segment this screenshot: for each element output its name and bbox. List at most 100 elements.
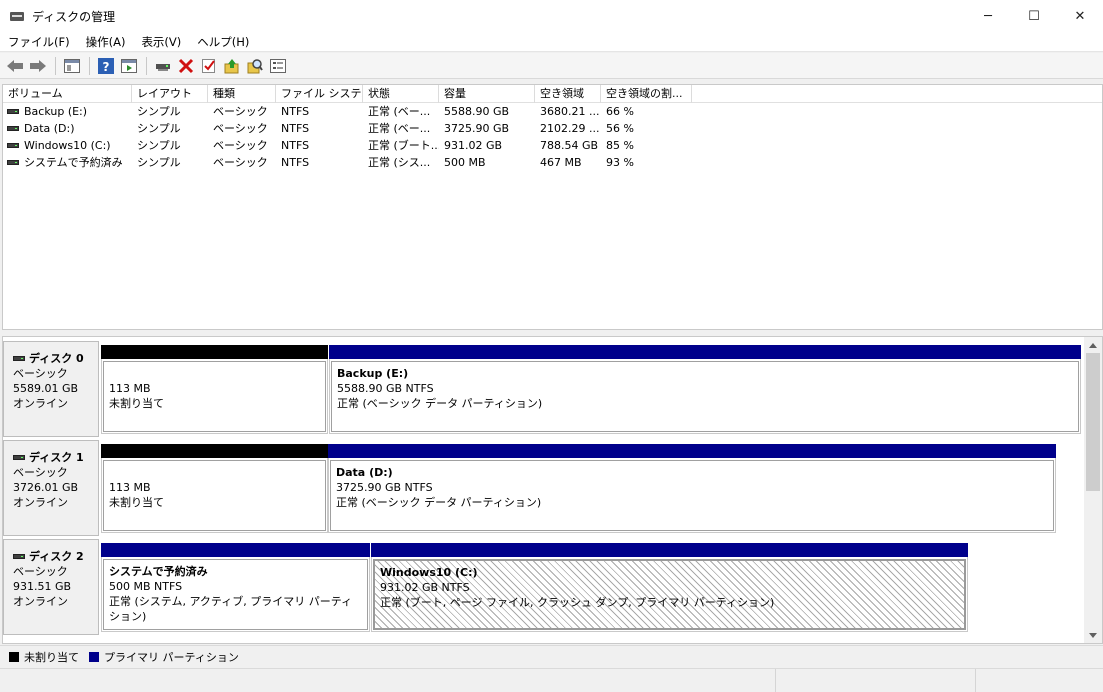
partition-data[interactable]: Data (D:) 3725.90 GB NTFS 正常 (ベーシック データ … — [328, 444, 1056, 533]
column-header-status[interactable]: 状態 — [363, 85, 439, 103]
disk-label-2[interactable]: ディスク 2 ベーシック 931.51 GB オンライン — [3, 539, 99, 635]
partition-name: Backup (E:) — [337, 367, 409, 380]
table-row[interactable]: システムで予約済み シンプル ベーシック NTFS 正常 (シス... 500 … — [3, 154, 1102, 171]
column-header-type[interactable]: 種類 — [208, 85, 276, 103]
partition-backup[interactable]: Backup (E:) 5588.90 GB NTFS 正常 (ベーシック デー… — [329, 345, 1081, 434]
pane-splitter[interactable] — [0, 331, 1103, 335]
table-row[interactable]: Windows10 (C:) シンプル ベーシック NTFS 正常 (ブート..… — [3, 137, 1102, 154]
menu-action[interactable]: 操作(A) — [78, 34, 134, 50]
show-hide-icon[interactable] — [118, 55, 140, 77]
partition-name: システムで予約済み — [109, 565, 208, 578]
disk-row-2: ディスク 2 ベーシック 931.51 GB オンライン システムで予約済み 5… — [3, 539, 1083, 635]
table-cell: 5588.90 GB — [444, 105, 510, 118]
menu-view[interactable]: 表示(V) — [133, 34, 189, 50]
volume-name: システムで予約済み — [24, 156, 123, 169]
partition-desc: 正常 (ベーシック データ パーティション) — [337, 397, 543, 410]
status-segment — [976, 669, 1103, 692]
window-controls: ─ ☐ ✕ — [965, 0, 1103, 32]
table-cell: 正常 (シス... — [368, 156, 431, 169]
table-cell: シンプル — [137, 156, 181, 169]
table-cell: 500 MB — [444, 156, 486, 169]
partition-size: 5588.90 GB NTFS — [337, 382, 434, 395]
disk-name: ディスク 1 — [29, 451, 84, 464]
partition-size: 113 MB — [109, 481, 151, 494]
table-cell: 931.02 GB — [444, 139, 503, 152]
disk-management-icon — [10, 10, 24, 22]
drive-icon — [7, 160, 19, 165]
table-cell: 467 MB — [540, 156, 582, 169]
minimize-button[interactable]: ─ — [965, 0, 1011, 32]
close-button[interactable]: ✕ — [1057, 0, 1103, 32]
connect-icon[interactable] — [152, 55, 174, 77]
partition-size: 500 MB NTFS — [109, 580, 183, 593]
console-tree-icon[interactable] — [61, 55, 83, 77]
table-cell: 正常 (ベー... — [368, 122, 431, 135]
menu-bar: ファイル(F) 操作(A) 表示(V) ヘルプ(H) — [0, 32, 1103, 52]
partition-bar — [101, 444, 328, 458]
partition-bar — [101, 345, 328, 359]
table-row[interactable]: Backup (E:) シンプル ベーシック NTFS 正常 (ベー... 55… — [3, 103, 1102, 120]
legend-label-primary: プライマリ パーティション — [104, 650, 239, 664]
scrollbar-thumb[interactable] — [1086, 353, 1100, 491]
table-cell: ベーシック — [213, 156, 268, 169]
table-cell: ベーシック — [213, 122, 268, 135]
volume-name: Windows10 (C:) — [24, 139, 111, 152]
delete-icon[interactable] — [175, 55, 197, 77]
properties-icon[interactable] — [267, 55, 289, 77]
column-header-capacity[interactable]: 容量 — [439, 85, 535, 103]
selected-partition-hatch: Windows10 (C:) 931.02 GB NTFS 正常 (ブート, ペ… — [373, 559, 966, 630]
vertical-scrollbar[interactable] — [1084, 337, 1102, 643]
table-cell: シンプル — [137, 105, 181, 118]
column-header-filesystem[interactable]: ファイル システム — [276, 85, 363, 103]
partition-name: Windows10 (C:) — [380, 566, 478, 579]
partition-desc: 正常 (ベーシック データ パーティション) — [336, 496, 542, 509]
maximize-button[interactable]: ☐ — [1011, 0, 1057, 32]
disk-label-0[interactable]: ディスク 0 ベーシック 5589.01 GB オンライン — [3, 341, 99, 437]
column-header-volume[interactable]: ボリューム — [3, 85, 132, 103]
drive-icon — [13, 554, 25, 559]
menu-help[interactable]: ヘルプ(H) — [189, 34, 257, 50]
disk-status: オンライン — [13, 397, 68, 410]
table-cell: 56 % — [606, 122, 634, 135]
column-header-free-space[interactable]: 空き領域 — [535, 85, 601, 103]
table-cell: ベーシック — [213, 139, 268, 152]
drive-icon — [7, 109, 19, 114]
partition-size: 3725.90 GB NTFS — [336, 481, 433, 494]
forward-arrow-icon[interactable] — [27, 55, 49, 77]
disk-type: ベーシック — [13, 466, 68, 479]
table-cell: 3680.21 ... — [540, 105, 600, 118]
partition-desc: 正常 (システム, アクティブ, プライマリ パーティション) — [109, 595, 353, 623]
check-icon[interactable] — [198, 55, 220, 77]
disk-size: 5589.01 GB — [13, 382, 79, 395]
scroll-up-icon[interactable] — [1084, 337, 1102, 353]
table-cell: NTFS — [281, 156, 310, 169]
rescan-icon[interactable] — [221, 55, 243, 77]
table-cell: シンプル — [137, 139, 181, 152]
table-row[interactable]: Data (D:) シンプル ベーシック NTFS 正常 (ベー... 3725… — [3, 120, 1102, 137]
table-cell: 正常 (ベー... — [368, 105, 431, 118]
disk-graphical-view: ディスク 0 ベーシック 5589.01 GB オンライン 113 MB 未割り… — [2, 336, 1103, 644]
partition-unallocated[interactable]: 113 MB 未割り当て — [101, 345, 328, 434]
partition-unallocated[interactable]: 113 MB 未割り当て — [101, 444, 328, 533]
table-cell: 3725.90 GB — [444, 122, 510, 135]
menu-file[interactable]: ファイル(F) — [0, 34, 78, 50]
back-arrow-icon[interactable] — [4, 55, 26, 77]
disk-row-0: ディスク 0 ベーシック 5589.01 GB オンライン 113 MB 未割り… — [3, 341, 1083, 437]
column-header-free-percent[interactable]: 空き領域の割... — [601, 85, 692, 103]
scroll-down-icon[interactable] — [1084, 627, 1102, 643]
disk-type: ベーシック — [13, 565, 68, 578]
toolbar: ? — [0, 53, 1103, 79]
column-header-layout[interactable]: レイアウト — [132, 85, 208, 103]
help-icon[interactable]: ? — [95, 55, 117, 77]
partition-name: Data (D:) — [336, 466, 393, 479]
partition-windows10[interactable]: Windows10 (C:) 931.02 GB NTFS 正常 (ブート, ペ… — [371, 543, 968, 632]
partition-system-reserved[interactable]: システムで予約済み 500 MB NTFS 正常 (システム, アクティブ, プ… — [101, 543, 370, 632]
status-segment — [0, 669, 776, 692]
window-title: ディスクの管理 — [32, 9, 116, 24]
disk-size: 3726.01 GB — [13, 481, 79, 494]
disk-label-1[interactable]: ディスク 1 ベーシック 3726.01 GB オンライン — [3, 440, 99, 536]
table-cell: シンプル — [137, 122, 181, 135]
search-icon[interactable] — [244, 55, 266, 77]
volume-list-header: ボリューム レイアウト 種類 ファイル システム 状態 容量 空き領域 空き領域… — [3, 85, 1102, 103]
table-cell: 66 % — [606, 105, 634, 118]
